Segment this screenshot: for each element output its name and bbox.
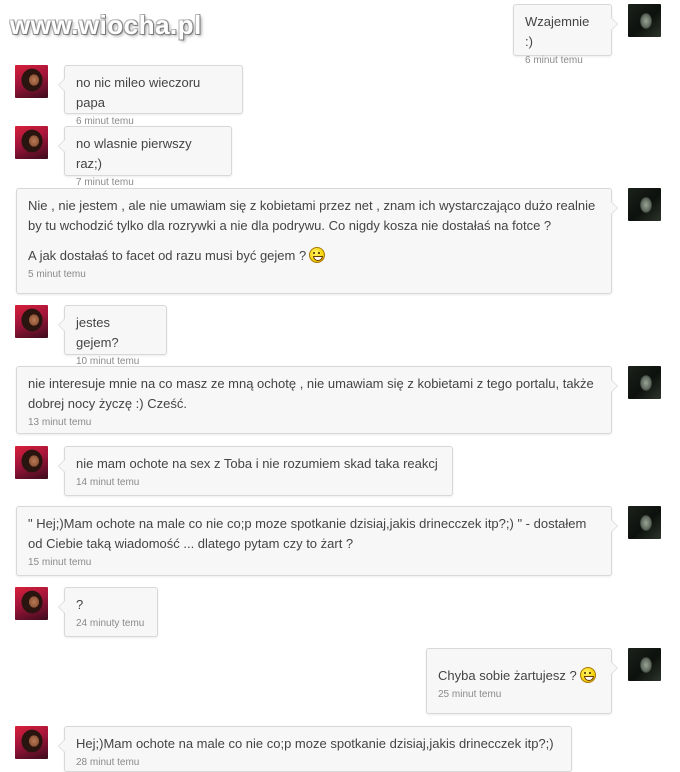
site-watermark: www.wiocha.pl — [10, 10, 202, 40]
message-bubble-received: Hej;)Mam ochote na male co nie co;p moze… — [58, 726, 572, 772]
user-avatar-other[interactable] — [15, 126, 48, 159]
message-text: nie mam ochote na sex z Toba i nie rozum… — [76, 456, 438, 471]
message-timestamp: 13 minut temu — [28, 417, 92, 428]
user-avatar-other[interactable] — [15, 587, 48, 620]
message-bubble-received: no nic mileo wieczoru papa 6 minut temu — [58, 65, 243, 127]
user-avatar-other[interactable] — [15, 446, 48, 479]
message-text: ? — [76, 597, 84, 612]
message-timestamp: 28 minut temu — [76, 757, 140, 768]
message-text: no nic mileo wieczoru papa — [76, 75, 201, 110]
message-timestamp: 15 minut temu — [28, 557, 92, 568]
user-avatar-me[interactable] — [628, 188, 661, 221]
message-text: Hej;)Mam ochote na male co nie co;p moze… — [76, 736, 554, 751]
user-avatar-me[interactable] — [628, 506, 661, 539]
message-bubble-received: ? 24 minuty temu — [58, 587, 158, 637]
message-text: Nie , nie jestem , ale nie umawiam się z… — [28, 198, 596, 233]
message-bubble-sent: Chyba sobie żartujesz ? 25 minut temu — [426, 648, 618, 714]
message-bubble-received: no wlasnie pierwszy raz;) 7 minut temu — [58, 126, 232, 188]
message-timestamp: 6 minut temu — [525, 55, 583, 66]
grin-smiley-icon — [309, 247, 326, 263]
user-avatar-me[interactable] — [628, 648, 661, 681]
message-bubble-sent: Nie , nie jestem , ale nie umawiam się z… — [16, 188, 618, 294]
user-avatar-me[interactable] — [628, 4, 661, 37]
message-text: Chyba sobie żartujesz ? — [438, 668, 577, 683]
message-bubble-sent: nie interesuje mnie na co masz ze mną oc… — [16, 366, 618, 434]
message-timestamp: 5 minut temu — [28, 269, 86, 280]
message-text: jestes gejem? — [76, 315, 119, 350]
user-avatar-me[interactable] — [628, 366, 661, 399]
message-timestamp: 14 minut temu — [76, 477, 140, 488]
message-text: A jak dostałaś to facet od razu musi być… — [28, 248, 307, 263]
message-bubble-sent: " Hej;)Mam ochote na male co nie co;p mo… — [16, 506, 618, 576]
user-avatar-other[interactable] — [15, 65, 48, 98]
message-bubble-sent: Wzajemnie :) 6 minut temu — [513, 4, 618, 66]
user-avatar-other[interactable] — [15, 726, 48, 759]
message-bubble-received: nie mam ochote na sex z Toba i nie rozum… — [58, 446, 453, 496]
message-text: Wzajemnie :) — [525, 14, 590, 49]
user-avatar-other[interactable] — [15, 305, 48, 338]
message-text: no wlasnie pierwszy raz;) — [76, 136, 192, 171]
message-text: nie interesuje mnie na co masz ze mną oc… — [28, 376, 594, 411]
message-text: " Hej;)Mam ochote na male co nie co;p mo… — [28, 516, 587, 551]
message-bubble-received: jestes gejem? 10 minut temu — [58, 305, 167, 367]
message-timestamp: 24 minuty temu — [76, 618, 145, 629]
grin-smiley-icon — [579, 667, 596, 683]
message-timestamp: 25 minut temu — [438, 689, 502, 700]
